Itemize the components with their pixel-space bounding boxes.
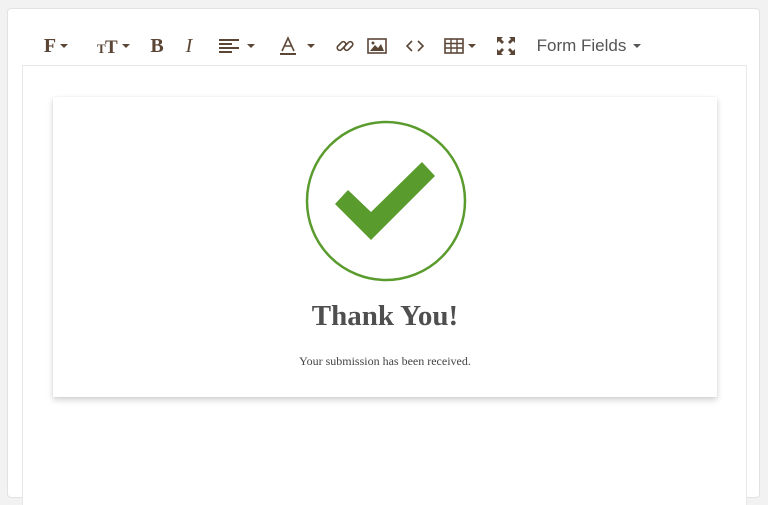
insert-image-button[interactable] [364,29,390,63]
bold-button[interactable]: B [146,29,168,63]
chevron-down-icon [60,44,69,48]
code-view-button[interactable] [402,29,428,63]
image-icon [367,38,387,54]
font-size-icon: T T [97,37,118,55]
svg-text:T: T [105,37,118,55]
italic-button[interactable]: I [178,29,200,63]
align-dropdown[interactable] [214,29,260,63]
checkmark-circle-icon [305,120,467,282]
chevron-down-icon [468,44,476,48]
editor-panel: F T T B I Form Fields Thank You! Your su… [7,8,760,505]
insert-table-dropdown[interactable] [440,29,480,63]
chevron-down-icon [633,44,642,48]
text-color-dropdown[interactable] [274,29,320,63]
thank-you-title: Thank You! [311,300,459,332]
font-size-dropdown[interactable]: T T [94,29,132,63]
submission-message: Your submission has been received. [299,354,471,368]
link-icon [336,40,354,52]
chevron-down-icon [247,44,255,48]
italic-icon: I [185,35,193,57]
chevron-down-icon [307,44,315,48]
font-family-dropdown[interactable]: F [39,29,73,63]
bold-icon: B [150,35,164,57]
thank-you-card: Thank You! Your submission has been rece… [53,97,717,397]
chevron-down-icon [121,44,130,48]
insert-link-button[interactable] [332,29,358,63]
font-family-icon: F [43,35,57,57]
align-left-icon [219,39,239,53]
text-color-icon [280,36,296,55]
table-icon [444,38,464,54]
fullscreen-button[interactable] [492,29,520,63]
form-fields-label: Form Fields [536,36,627,55]
code-icon [405,40,425,52]
editor-toolbar: F T T B I Form Fields [8,29,759,63]
fullscreen-icon [497,37,515,55]
form-fields-dropdown[interactable]: Form Fields [532,29,646,63]
